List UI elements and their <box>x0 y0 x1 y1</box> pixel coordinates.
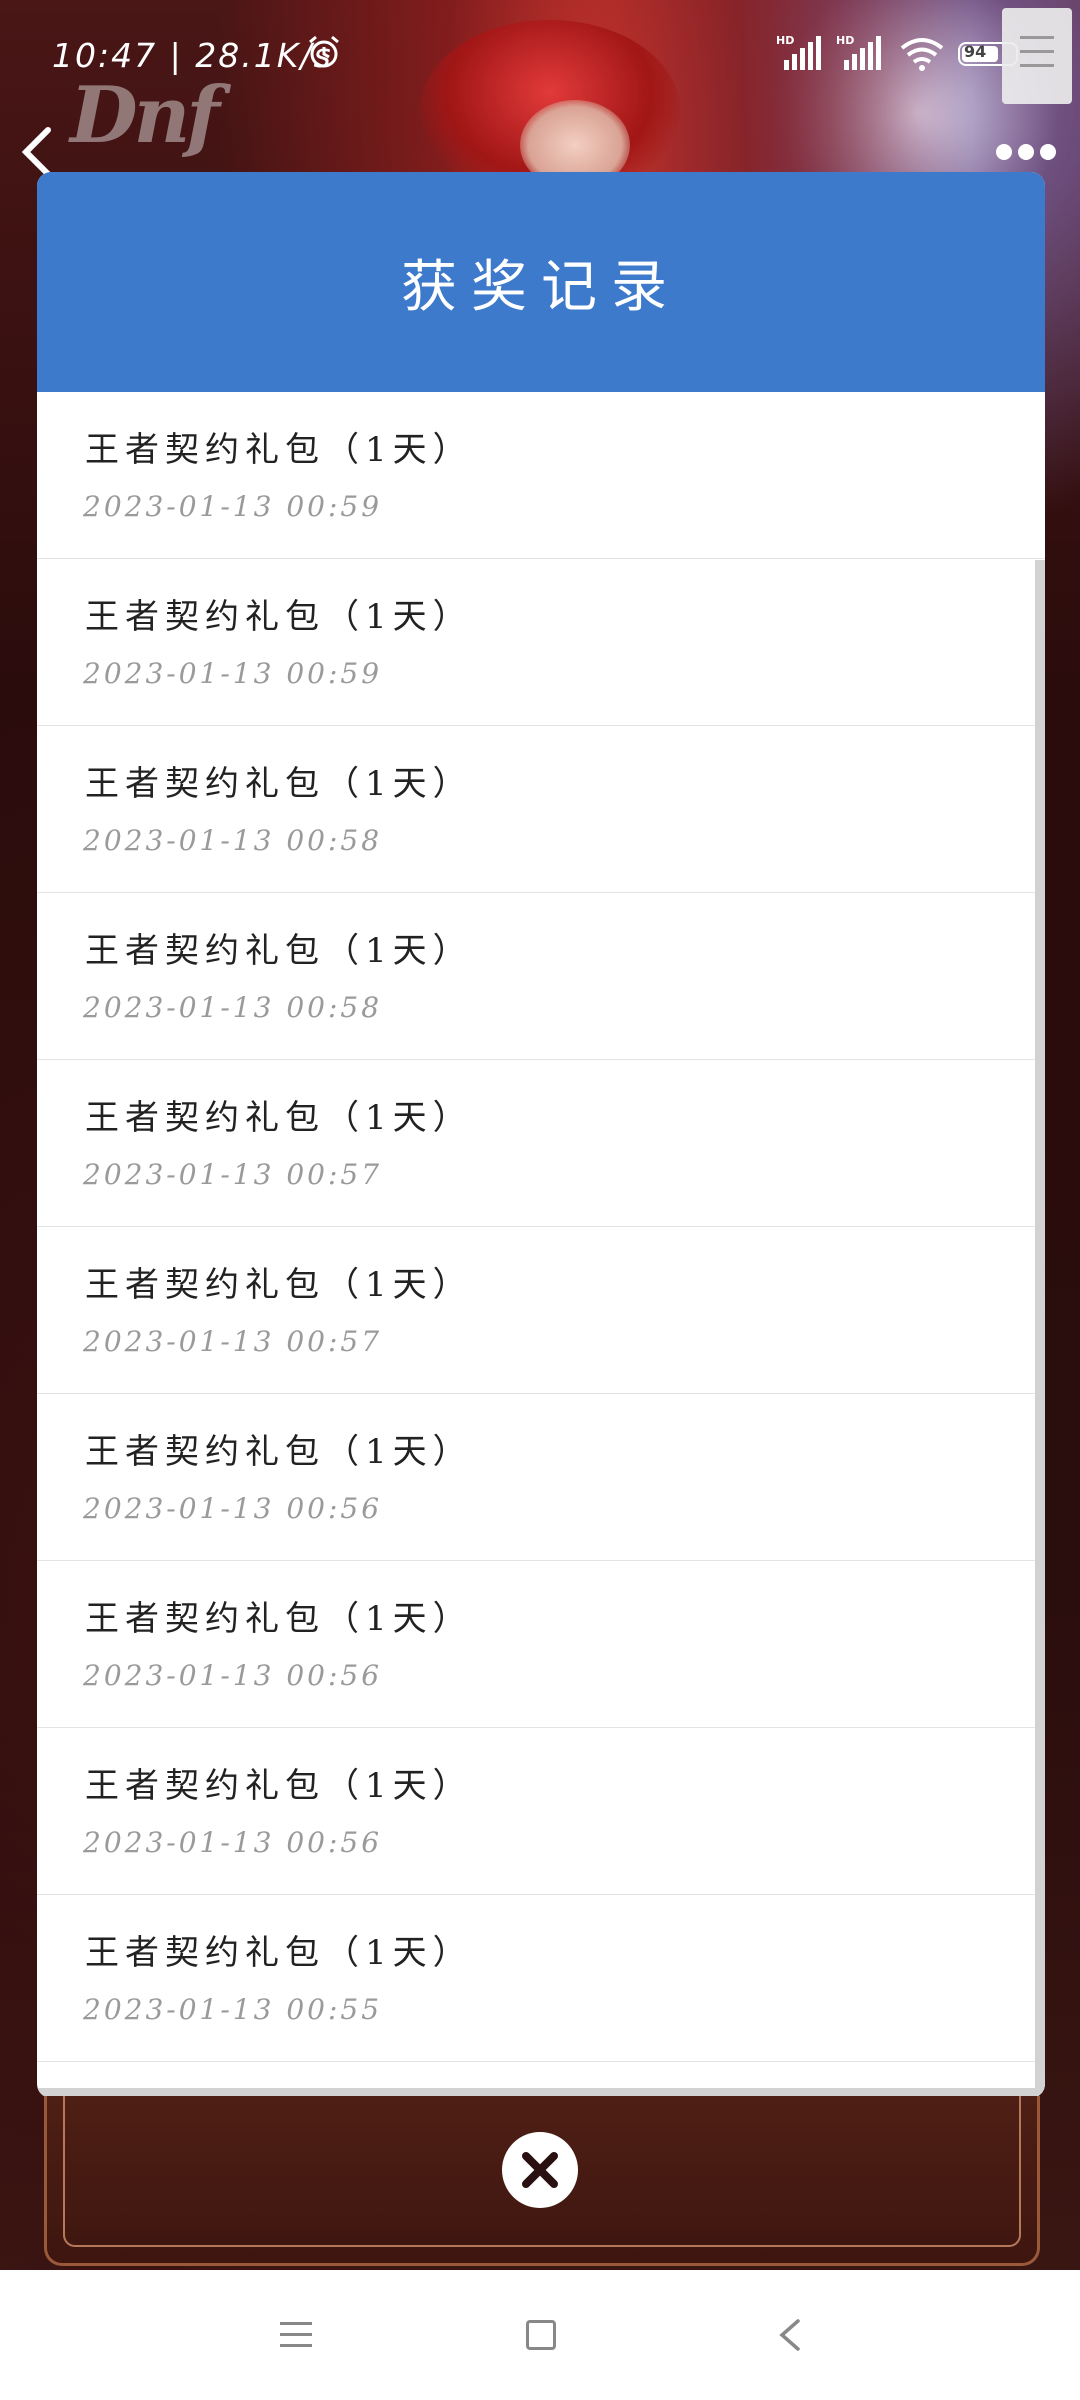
record-name: 王者契约礼包（1天） <box>85 1766 473 1806</box>
record-list[interactable]: 王者契约礼包（1天） 2023-01-13 00:59 王者契约礼包（1天） 2… <box>37 392 1045 2062</box>
list-item: 王者契约礼包（1天） 2023-01-13 00:57 <box>37 1227 1045 1394</box>
prize-record-dialog: 获奖记录 王者契约礼包（1天） 2023-01-13 00:59 王者契约礼包（… <box>37 172 1045 2098</box>
list-item: 王者契约礼包（1天） 2023-01-13 00:56 <box>37 1394 1045 1561</box>
record-date: 2023-01-13 00:59 <box>83 657 383 690</box>
record-name: 王者契约礼包（1天） <box>85 1599 473 1639</box>
list-item: 王者契约礼包（1天） 2023-01-13 00:55 <box>37 1895 1045 2062</box>
record-name: 王者契约礼包（1天） <box>85 931 473 971</box>
record-name: 王者契约礼包（1天） <box>85 764 473 804</box>
status-bar: 10:47 | 28.1K/s HD HD 94 <box>0 28 1080 88</box>
record-name: 王者契约礼包（1天） <box>85 430 473 470</box>
list-item: 王者契约礼包（1天） 2023-01-13 00:56 <box>37 1728 1045 1895</box>
wifi-icon <box>900 38 944 71</box>
close-button[interactable] <box>502 2132 578 2208</box>
record-date: 2023-01-13 00:56 <box>83 1659 383 1692</box>
scrollbar[interactable] <box>1035 560 1045 2098</box>
list-item: 王者契约礼包（1天） 2023-01-13 00:58 <box>37 726 1045 893</box>
record-name: 王者契约礼包（1天） <box>85 1265 473 1305</box>
dialog-title: 获奖记录 <box>401 254 681 320</box>
back-icon[interactable] <box>776 2318 804 2352</box>
list-item: 王者契约礼包（1天） 2023-01-13 00:57 <box>37 1060 1045 1227</box>
hd-signal-icon: HD <box>836 34 881 70</box>
list-item: 王者契约礼包（1天） 2023-01-13 00:59 <box>37 559 1045 726</box>
status-time: 10:47 | 28.1K/s <box>52 36 333 75</box>
record-name: 王者契约礼包（1天） <box>85 597 473 637</box>
record-date: 2023-01-13 00:55 <box>83 1993 383 2026</box>
record-name: 王者契约礼包（1天） <box>85 1432 473 1472</box>
close-x-icon <box>522 2152 558 2188</box>
record-name: 王者契约礼包（1天） <box>85 1933 473 1973</box>
record-date: 2023-01-13 00:57 <box>83 1158 383 1191</box>
list-item: 王者契约礼包（1天） 2023-01-13 00:56 <box>37 1561 1045 1728</box>
hd-signal-icon: HD <box>776 34 821 70</box>
more-dots-icon[interactable] <box>994 140 1058 164</box>
chevron-left-icon[interactable] <box>18 126 58 178</box>
svg-text:HD: HD <box>776 34 794 47</box>
record-date: 2023-01-13 00:56 <box>83 1826 383 1859</box>
battery-level: 94 <box>964 42 987 61</box>
record-date: 2023-01-13 00:58 <box>83 991 383 1024</box>
floating-assistant-button[interactable] <box>1002 8 1072 104</box>
menu-icon[interactable] <box>280 2320 312 2350</box>
record-date: 2023-01-13 00:56 <box>83 1492 383 1525</box>
list-item: 王者契约礼包（1天） 2023-01-13 00:58 <box>37 893 1045 1060</box>
record-date: 2023-01-13 00:57 <box>83 1325 383 1358</box>
system-nav-bar <box>0 2270 1080 2400</box>
record-date: 2023-01-13 00:58 <box>83 824 383 857</box>
home-icon[interactable] <box>526 2320 556 2350</box>
record-date: 2023-01-13 00:59 <box>83 490 383 523</box>
record-name: 王者契约礼包（1天） <box>85 1098 473 1138</box>
alarm-icon <box>309 35 339 68</box>
dialog-header: 获奖记录 <box>37 172 1045 392</box>
list-item: 王者契约礼包（1天） 2023-01-13 00:59 <box>37 392 1045 559</box>
svg-text:HD: HD <box>836 34 854 47</box>
